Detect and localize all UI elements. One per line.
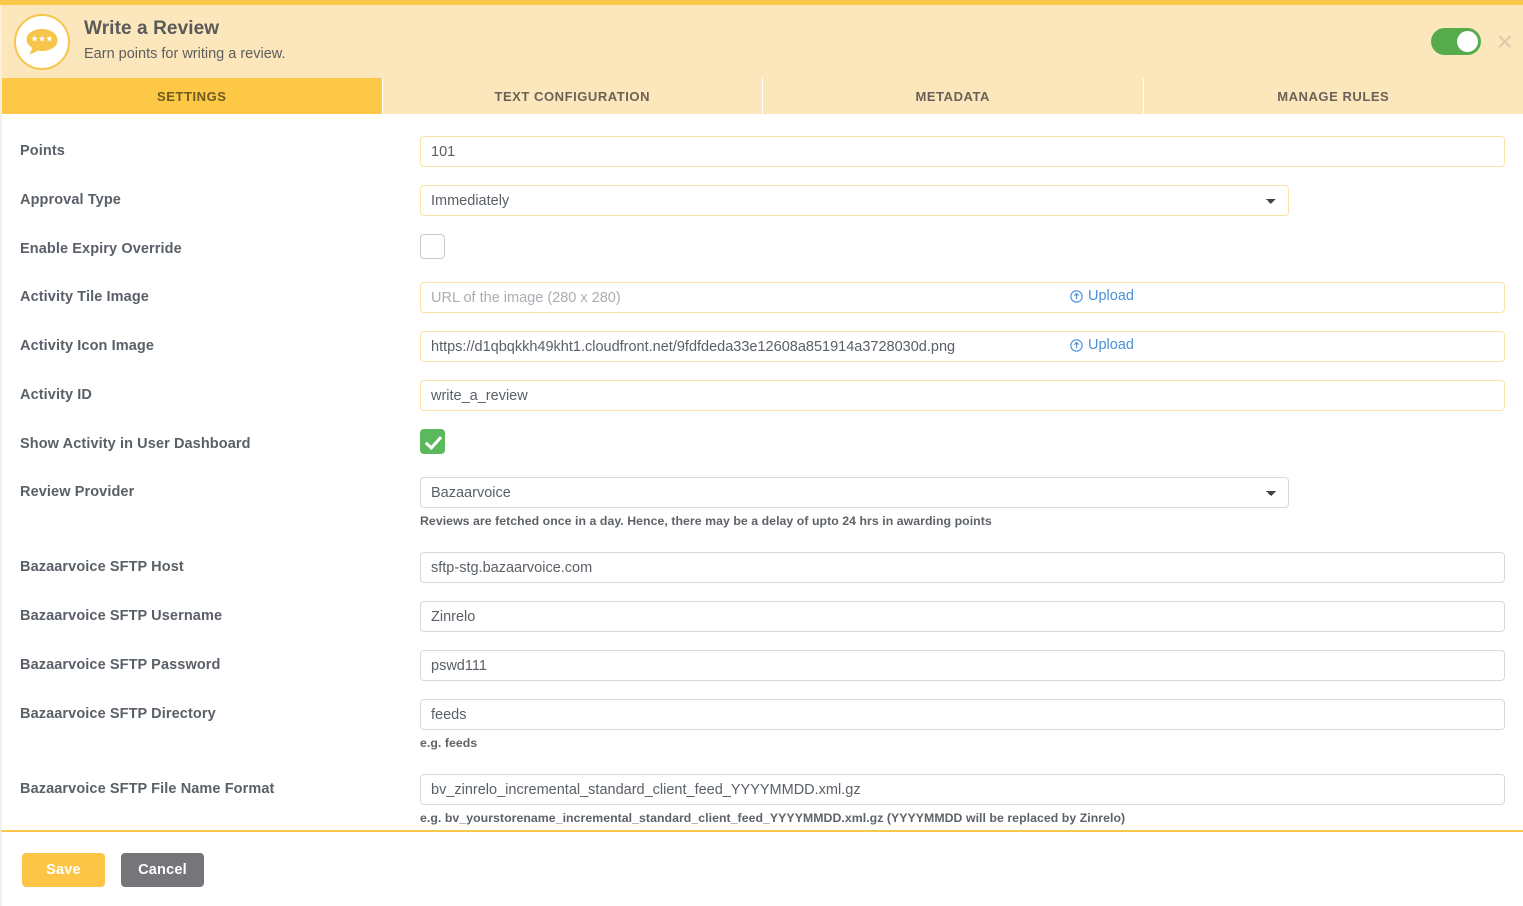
field-row-sftp-host: Bazaarvoice SFTP Host	[2, 552, 1523, 583]
review-provider-select[interactable]: Bazaarvoice	[420, 477, 1289, 508]
upload-label: Upload	[1088, 337, 1134, 353]
modal-footer: Save Cancel	[0, 830, 1523, 906]
tab-text-configuration[interactable]: TEXT CONFIGURATION	[383, 78, 763, 114]
enable-expiry-override-label: Enable Expiry Override	[20, 241, 182, 257]
field-row-sftp-directory: Bazaarvoice SFTP Directory e.g. feeds	[2, 699, 1523, 750]
activity-enabled-toggle[interactable]	[1430, 28, 1481, 55]
page-title: Write a Review	[84, 18, 220, 40]
approval-type-label: Approval Type	[20, 192, 121, 208]
cancel-button[interactable]: Cancel	[121, 853, 204, 887]
field-row-sftp-file-name-format: Bazaarvoice SFTP File Name Format e.g. b…	[2, 774, 1523, 825]
sftp-file-name-format-label: Bazaarvoice SFTP File Name Format	[20, 781, 275, 797]
modal-header: Write a Review Earn points for writing a…	[0, 5, 1523, 78]
sftp-file-name-format-hint: e.g. bv_yourstorename_incremental_standa…	[420, 811, 1126, 825]
sftp-password-input[interactable]	[420, 650, 1505, 681]
sftp-directory-input[interactable]	[420, 699, 1505, 730]
show-activity-checkbox[interactable]	[420, 429, 445, 454]
page-subtitle: Earn points for writing a review.	[84, 45, 286, 62]
activity-tile-image-upload-button[interactable]: Upload	[1070, 288, 1134, 304]
tab-settings[interactable]: SETTINGS	[2, 78, 383, 114]
field-row-points: Points	[2, 136, 1523, 167]
upload-label: Upload	[1088, 288, 1134, 304]
points-input[interactable]	[420, 136, 1505, 167]
activity-icon-image-label: Activity Icon Image	[20, 338, 155, 354]
sftp-username-label: Bazaarvoice SFTP Username	[20, 608, 223, 624]
field-row-show-activity-in-user-dashboard: Show Activity in User Dashboard	[2, 429, 1523, 459]
field-row-activity-tile-image: Activity Tile Image Upload	[2, 282, 1523, 313]
field-row-sftp-password: Bazaarvoice SFTP Password	[2, 650, 1523, 681]
activity-tile-image-label: Activity Tile Image	[20, 289, 149, 305]
header-text-block: Write a Review Earn points for writing a…	[84, 17, 285, 65]
toggle-knob	[1456, 31, 1478, 52]
field-row-review-provider: Review Provider Bazaarvoice Reviews are …	[2, 477, 1523, 528]
field-row-activity-icon-image: Activity Icon Image Upload	[2, 331, 1523, 362]
upload-icon	[1070, 289, 1083, 303]
approval-type-select[interactable]: Immediately	[420, 185, 1289, 216]
activity-icon-image-input[interactable]	[420, 331, 1505, 362]
sftp-password-label: Bazaarvoice SFTP Password	[20, 657, 221, 673]
review-provider-label: Review Provider	[20, 484, 135, 500]
sftp-directory-label: Bazaarvoice SFTP Directory	[20, 706, 216, 722]
save-button[interactable]: Save	[22, 853, 105, 887]
field-row-approval-type: Approval Type Immediately	[2, 185, 1523, 216]
close-icon[interactable]: ×	[1497, 27, 1515, 56]
field-row-enable-expiry-override: Enable Expiry Override	[2, 234, 1523, 264]
sftp-directory-hint: e.g. feeds	[420, 736, 478, 750]
header-actions: ×	[1430, 5, 1515, 78]
activity-icon-image-upload-button[interactable]: Upload	[1070, 337, 1134, 353]
tab-bar: SETTINGS TEXT CONFIGURATION METADATA MAN…	[0, 78, 1523, 114]
activity-id-label: Activity ID	[20, 387, 93, 403]
settings-form: Points Approval Type Immediately Enable …	[0, 114, 1523, 866]
sftp-host-label: Bazaarvoice SFTP Host	[20, 559, 184, 575]
review-provider-hint: Reviews are fetched once in a day. Hence…	[420, 514, 992, 528]
field-row-activity-id: Activity ID	[2, 380, 1523, 411]
review-speech-bubble-icon	[14, 13, 70, 70]
points-label: Points	[20, 143, 65, 159]
tab-metadata[interactable]: METADATA	[763, 78, 1144, 114]
activity-tile-image-input[interactable]	[420, 282, 1505, 313]
sftp-file-name-format-input[interactable]	[420, 774, 1505, 805]
activity-id-input	[420, 380, 1505, 411]
field-row-sftp-username: Bazaarvoice SFTP Username	[2, 601, 1523, 632]
tab-manage-rules[interactable]: MANAGE RULES	[1144, 78, 1523, 114]
enable-expiry-override-checkbox[interactable]	[420, 234, 445, 259]
sftp-username-input[interactable]	[420, 601, 1505, 632]
sftp-host-input[interactable]	[420, 552, 1505, 583]
upload-icon	[1070, 338, 1083, 352]
show-activity-label: Show Activity in User Dashboard	[20, 436, 251, 452]
